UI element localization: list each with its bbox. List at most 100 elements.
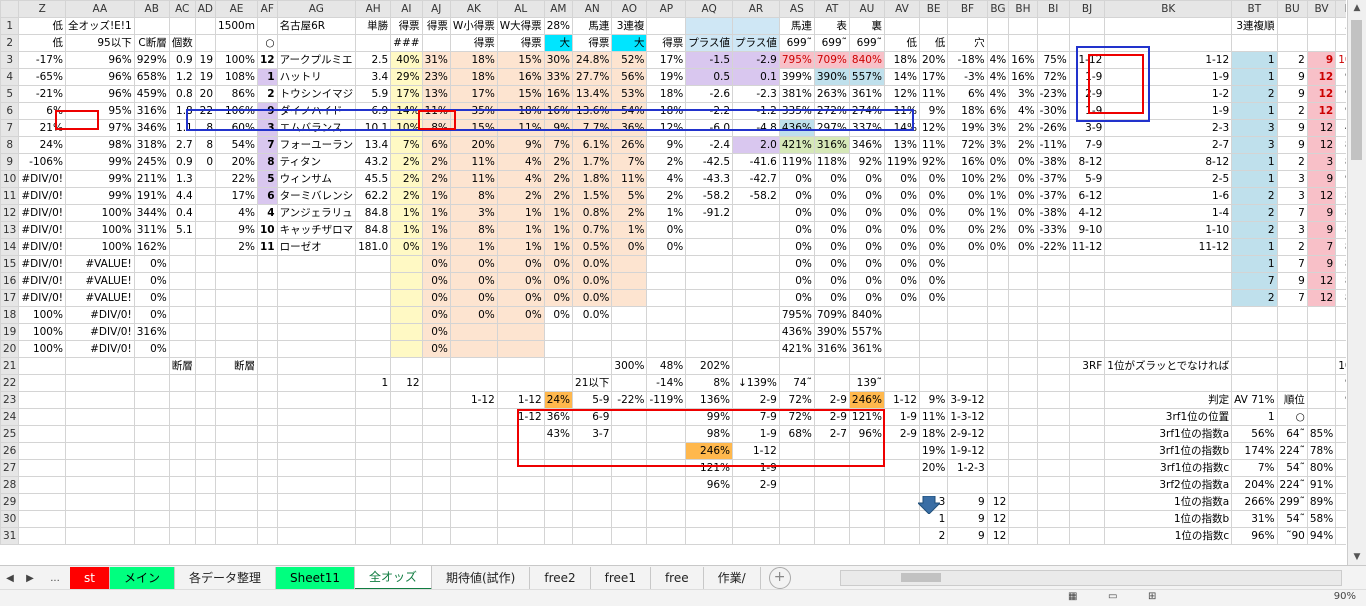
column-header[interactable]: AP bbox=[646, 0, 687, 18]
cell[interactable] bbox=[1068, 391, 1106, 409]
cell[interactable] bbox=[449, 510, 498, 528]
cell[interactable] bbox=[1068, 34, 1106, 52]
cell[interactable]: 58% bbox=[1306, 510, 1337, 528]
cell[interactable]: 100% bbox=[64, 204, 135, 222]
row-header[interactable]: 15 bbox=[0, 255, 20, 273]
cell[interactable]: 274% bbox=[848, 102, 885, 120]
cell[interactable]: 84% bbox=[1335, 255, 1346, 273]
cell[interactable]: 9 bbox=[1276, 272, 1308, 290]
cell[interactable] bbox=[883, 306, 920, 324]
page-layout-icon[interactable]: ▭ bbox=[1108, 591, 1117, 602]
cell[interactable]: 0% bbox=[918, 255, 949, 273]
cell[interactable]: 80% bbox=[1335, 289, 1346, 307]
cell[interactable] bbox=[732, 238, 780, 256]
cell[interactable] bbox=[572, 323, 613, 341]
cell[interactable]: 5 bbox=[256, 170, 278, 188]
cell[interactable]: 72% bbox=[778, 391, 815, 409]
cell[interactable]: #VALUE! bbox=[64, 289, 135, 307]
cell[interactable]: 0% bbox=[1008, 221, 1038, 239]
cell[interactable]: 4% bbox=[986, 51, 1010, 69]
column-header[interactable]: AF bbox=[256, 0, 278, 18]
cell[interactable]: 1.3 bbox=[168, 170, 196, 188]
cell[interactable]: -37% bbox=[1036, 187, 1070, 205]
cell[interactable] bbox=[543, 459, 574, 477]
cell[interactable]: 16% bbox=[543, 102, 574, 120]
cell[interactable]: 7-9 bbox=[732, 408, 780, 426]
cell[interactable]: 1% bbox=[611, 221, 648, 239]
cell[interactable]: -38% bbox=[1036, 204, 1070, 222]
cell[interactable] bbox=[194, 323, 217, 341]
cell[interactable]: #VALUE! bbox=[64, 272, 135, 290]
cell[interactable]: 8 bbox=[194, 119, 217, 137]
cell[interactable]: 97% bbox=[1335, 85, 1346, 103]
cell[interactable] bbox=[646, 323, 687, 341]
cell[interactable] bbox=[215, 391, 258, 409]
cell[interactable]: 68% bbox=[778, 425, 815, 443]
cell[interactable] bbox=[449, 425, 498, 443]
column-header[interactable]: AG bbox=[276, 0, 357, 18]
cell[interactable] bbox=[685, 493, 734, 511]
row-header[interactable]: 3 bbox=[0, 51, 20, 69]
cell[interactable]: 272% bbox=[813, 102, 850, 120]
cell[interactable]: 1% bbox=[449, 238, 498, 256]
column-header[interactable]: AC bbox=[168, 0, 196, 18]
cell[interactable]: 18% bbox=[883, 51, 920, 69]
cell[interactable]: 2 bbox=[1231, 204, 1278, 222]
cell[interactable]: 1位の指数a bbox=[1104, 493, 1233, 511]
row-header[interactable]: 12 bbox=[0, 204, 20, 222]
tab-expected-value[interactable]: 期待値(試作) bbox=[432, 567, 531, 589]
cell[interactable]: 10.1 bbox=[355, 119, 392, 137]
cell[interactable]: 8% bbox=[449, 187, 498, 205]
cell[interactable]: 0% bbox=[778, 170, 815, 188]
cell[interactable]: 17% bbox=[390, 85, 423, 103]
cell[interactable] bbox=[355, 493, 392, 511]
cell[interactable]: 60% bbox=[215, 119, 258, 137]
cell[interactable] bbox=[918, 306, 949, 324]
cell[interactable]: 1% bbox=[496, 221, 545, 239]
cell[interactable]: 得票 bbox=[646, 34, 687, 52]
cell[interactable]: 36% bbox=[543, 408, 574, 426]
cell[interactable] bbox=[496, 357, 545, 375]
cell[interactable] bbox=[611, 459, 648, 477]
cell[interactable]: 0% bbox=[133, 340, 170, 358]
cell[interactable] bbox=[496, 374, 545, 392]
cell[interactable]: 299˜ bbox=[1276, 493, 1308, 511]
cell[interactable]: 318% bbox=[133, 136, 170, 154]
column-header[interactable]: Z bbox=[18, 0, 66, 18]
cell[interactable] bbox=[1036, 442, 1070, 460]
add-sheet-icon[interactable]: + bbox=[768, 567, 791, 589]
cell[interactable] bbox=[168, 306, 196, 324]
cell[interactable]: 12 bbox=[1306, 136, 1337, 154]
cell[interactable]: 92% bbox=[918, 153, 949, 171]
cell[interactable] bbox=[611, 289, 648, 307]
cell[interactable] bbox=[449, 323, 498, 341]
cell[interactable]: 表 bbox=[813, 17, 850, 35]
cell[interactable]: 0% bbox=[918, 272, 949, 290]
cell[interactable]: 361% bbox=[848, 340, 885, 358]
cell[interactable] bbox=[1068, 17, 1106, 35]
cell[interactable] bbox=[390, 391, 423, 409]
cell[interactable]: 98% bbox=[685, 425, 734, 443]
cell[interactable] bbox=[611, 340, 648, 358]
cell[interactable]: 121% bbox=[848, 408, 885, 426]
cell[interactable]: 馬連 bbox=[572, 17, 613, 35]
cell[interactable] bbox=[1306, 34, 1337, 52]
cell[interactable] bbox=[1231, 323, 1278, 341]
cell[interactable]: 0% bbox=[496, 272, 545, 290]
cell[interactable] bbox=[194, 238, 217, 256]
cell[interactable]: 1.5% bbox=[572, 187, 613, 205]
cell[interactable]: 0% bbox=[1008, 187, 1038, 205]
cell[interactable] bbox=[848, 442, 885, 460]
cell[interactable] bbox=[449, 340, 498, 358]
cell[interactable] bbox=[421, 357, 451, 375]
cell[interactable] bbox=[1036, 374, 1070, 392]
column-header[interactable]: AK bbox=[449, 0, 498, 18]
cell[interactable] bbox=[1335, 323, 1346, 341]
cell[interactable]: 2% bbox=[421, 170, 451, 188]
cell[interactable]: AV 71% bbox=[1231, 391, 1278, 409]
cell[interactable]: 929% bbox=[133, 51, 170, 69]
cell[interactable] bbox=[611, 510, 648, 528]
cell[interactable]: ウィンサム bbox=[276, 170, 357, 188]
cell[interactable] bbox=[611, 408, 648, 426]
cell[interactable]: 3 bbox=[256, 119, 278, 137]
